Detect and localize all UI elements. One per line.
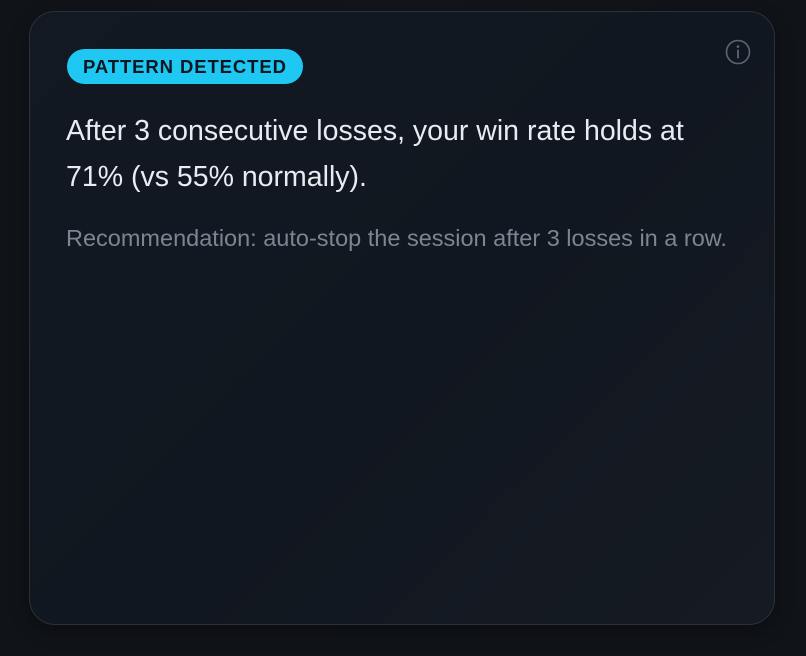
pattern-insight-card: PATTERN DETECTED After 3 consecutive los…	[29, 11, 775, 625]
recommendation-text: Recommendation: auto-stop the session af…	[66, 225, 727, 251]
info-icon-graphic	[725, 39, 751, 65]
page-background: PATTERN DETECTED After 3 consecutive los…	[0, 0, 806, 656]
info-icon[interactable]	[725, 39, 751, 65]
pattern-headline: After 3 consecutive losses, your win rat…	[66, 115, 684, 193]
pattern-detected-badge: PATTERN DETECTED	[67, 49, 303, 84]
